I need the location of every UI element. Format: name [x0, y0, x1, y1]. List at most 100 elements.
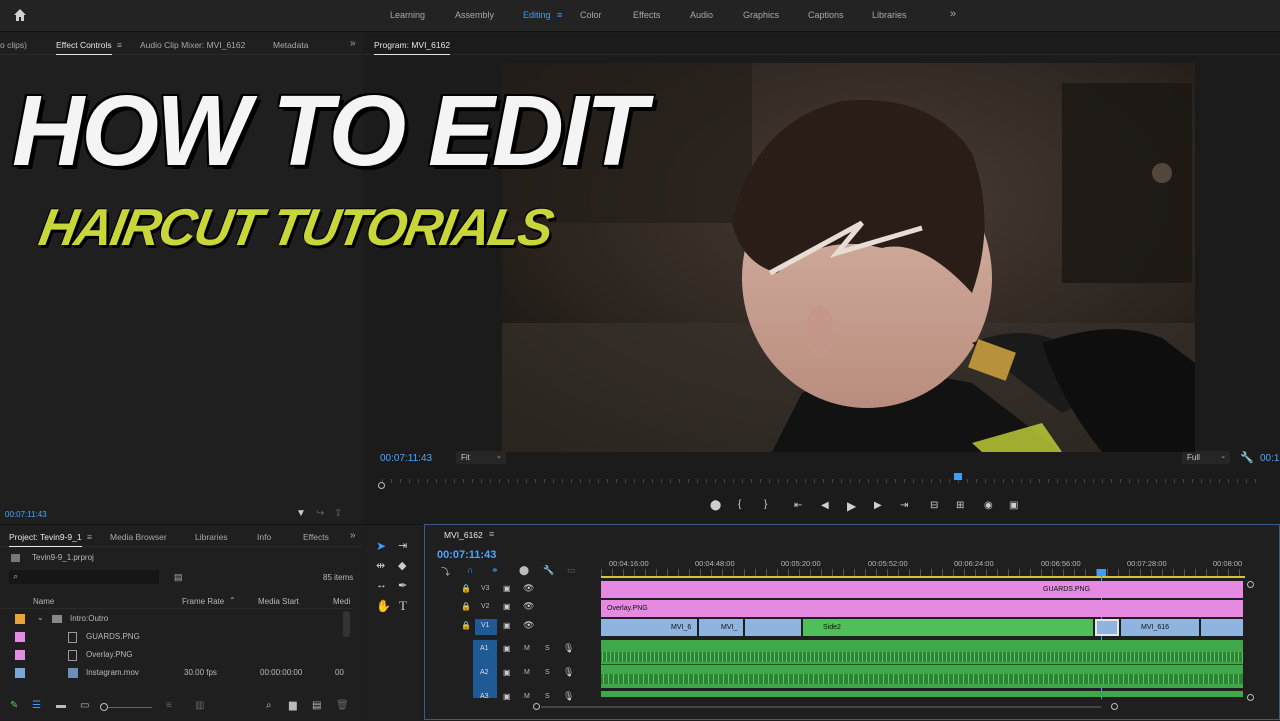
lift-icon[interactable]: ⊟ — [930, 500, 938, 511]
eye-icon[interactable]: 👁 — [523, 601, 534, 612]
clip-v1[interactable] — [601, 619, 649, 636]
tab-info[interactable]: Info — [257, 532, 271, 542]
sort-icon[interactable]: ≡ — [166, 700, 172, 711]
quality-dropdown[interactable]: Full ⌄ — [1182, 451, 1230, 464]
workspace-tab-audio[interactable]: Audio — [690, 10, 713, 20]
lock-icon[interactable]: 🔒 — [461, 584, 471, 593]
tab-project[interactable]: Project: Tevin9-9_1 — [9, 532, 82, 547]
clip-v1-c[interactable]: MVI_616 — [1121, 619, 1199, 636]
list-item[interactable]: ⌄ Intro:Outro — [0, 611, 352, 629]
trash-icon[interactable]: 🗑 — [336, 700, 349, 711]
find-icon[interactable]: ⌕ — [266, 700, 272, 711]
tab-libraries[interactable]: Libraries — [195, 532, 228, 542]
workspace-tab-learning[interactable]: Learning — [390, 10, 425, 20]
clip-v1-selected[interactable] — [1095, 619, 1119, 636]
mark-in-icon[interactable]: { — [738, 499, 741, 510]
play-icon[interactable]: ▶ — [847, 499, 856, 513]
clip-v1[interactable] — [1201, 619, 1243, 636]
microphone-icon[interactable]: 🎙 — [563, 643, 574, 654]
list-view-icon[interactable]: ☰ — [32, 700, 41, 711]
add-marker-icon[interactable]: ⬤ — [710, 500, 721, 511]
nest-icon[interactable]: ⤵ — [441, 565, 450, 578]
eye-icon[interactable]: 👁 — [523, 620, 534, 631]
workspace-tab-captions[interactable]: Captions — [808, 10, 844, 20]
tab-effect-controls[interactable]: Effect Controls — [56, 40, 112, 55]
workspace-tab-graphics[interactable]: Graphics — [743, 10, 779, 20]
razor-tool-icon[interactable]: ◆ — [398, 559, 406, 572]
timeline-ruler[interactable]: 00:04:16:00 00:04:48:00 00:05:20:00 00:0… — [601, 555, 1245, 578]
add-marker-icon[interactable]: ⬤ — [519, 565, 529, 576]
new-bin-icon[interactable]: ▆ — [289, 700, 297, 711]
mute-button[interactable]: M — [524, 693, 530, 700]
playhead-handle[interactable] — [1097, 569, 1106, 576]
panel-overflow-icon[interactable]: » — [350, 38, 356, 49]
sequence-tab[interactable]: MVI_6162 — [444, 530, 483, 540]
workspace-tab-color[interactable]: Color — [580, 10, 602, 20]
tab-menu-icon[interactable]: ≡ — [117, 40, 122, 50]
list-item[interactable]: Instagram.mov 30.00 fps 00:00:00:00 00 — [0, 665, 352, 683]
extract-icon[interactable]: ⊞ — [956, 500, 964, 511]
column-media-start[interactable]: Media Start — [258, 597, 299, 606]
zoom-slider[interactable] — [100, 703, 152, 711]
step-back-icon[interactable]: ◀ — [821, 500, 829, 511]
audio-clip-a3[interactable] — [601, 691, 1243, 697]
freeform-view-icon[interactable]: ▭ — [80, 700, 89, 711]
lock-icon[interactable]: 🔒 — [461, 602, 471, 611]
tab-program[interactable]: Program: MVI_6162 — [374, 40, 451, 55]
hand-tool-icon[interactable]: ✋ — [376, 599, 391, 613]
clip-overlay[interactable]: Overlay.PNG — [601, 600, 1243, 617]
pen-tool-icon[interactable]: ✒ — [398, 579, 407, 592]
workspace-tab-effects[interactable]: Effects — [633, 10, 660, 20]
column-media-extra[interactable]: Medi — [333, 597, 350, 606]
type-tool-icon[interactable]: T — [399, 598, 407, 614]
clip-side2[interactable]: Side2 — [803, 619, 1093, 636]
go-to-out-icon[interactable]: ⇥ — [900, 500, 908, 511]
microphone-icon[interactable]: 🎙 — [563, 691, 574, 702]
linked-selection-icon[interactable]: ⚭ — [491, 565, 499, 576]
workspace-menu-icon[interactable]: ≡ — [557, 10, 562, 20]
solo-button[interactable]: S — [545, 669, 550, 676]
column-name[interactable]: Name — [33, 597, 54, 606]
settings-wrench-icon[interactable]: 🔧 — [543, 565, 554, 576]
tab-menu-icon[interactable]: ≡ — [87, 532, 92, 542]
microphone-icon[interactable]: 🎙 — [563, 667, 574, 678]
tab-audio-clip-mixer[interactable]: Audio Clip Mixer: MVI_6162 — [140, 40, 245, 50]
pencil-icon[interactable]: ✎ — [10, 700, 18, 711]
track-select-tool-icon[interactable]: ⇥ — [398, 539, 407, 552]
ripple-edit-tool-icon[interactable]: ⇹ — [376, 559, 385, 572]
column-frame-rate[interactable]: Frame Rate — [182, 597, 224, 606]
tab-metadata[interactable]: Metadata — [273, 40, 308, 50]
comparison-view-icon[interactable]: ▣ — [1009, 500, 1018, 511]
mute-button[interactable]: M — [524, 645, 530, 652]
sync-lock-icon[interactable]: ▣ — [503, 644, 511, 653]
project-search-input[interactable]: ⌕ — [9, 570, 159, 584]
fit-dropdown[interactable]: Fit ⌄ — [456, 451, 506, 464]
go-to-in-icon[interactable]: ⇤ — [794, 500, 802, 511]
zoom-slider-handle[interactable] — [100, 703, 108, 711]
selection-tool-icon[interactable]: ➤ — [376, 539, 386, 553]
snap-icon[interactable]: ∩ — [467, 565, 473, 575]
sync-lock-icon[interactable]: ▣ — [503, 668, 511, 677]
sync-lock-icon[interactable]: ▣ — [503, 692, 511, 701]
export-icon[interactable]: ⇪ — [334, 508, 342, 519]
workspace-tab-libraries[interactable]: Libraries — [872, 10, 907, 20]
timeline-vertical-scrollbar[interactable] — [1247, 581, 1255, 701]
export-frame-icon[interactable]: ◉ — [984, 500, 993, 511]
audio-clip-a1-a2[interactable] — [601, 640, 1243, 688]
work-area-bar[interactable] — [601, 576, 1245, 578]
clip-v1-a[interactable]: MVI_6 — [649, 619, 697, 636]
mute-button[interactable]: M — [524, 669, 530, 676]
panel-overflow-icon[interactable]: » — [350, 530, 356, 541]
clip-v1[interactable] — [745, 619, 801, 636]
solo-button[interactable]: S — [545, 693, 550, 700]
workspace-overflow-icon[interactable]: » — [950, 8, 956, 20]
scrub-start-handle[interactable] — [378, 482, 385, 489]
eye-icon[interactable]: 👁 — [523, 583, 534, 594]
project-scrollbar[interactable] — [343, 611, 350, 637]
tab-media-browser[interactable]: Media Browser — [110, 532, 167, 542]
step-forward-icon[interactable]: ▶ — [874, 500, 882, 511]
workspace-tab-assembly[interactable]: Assembly — [455, 10, 494, 20]
sync-lock-icon[interactable]: ▣ — [503, 584, 511, 593]
tab-effects[interactable]: Effects — [303, 532, 329, 542]
clip-v1-b[interactable]: MVI_ — [699, 619, 743, 636]
